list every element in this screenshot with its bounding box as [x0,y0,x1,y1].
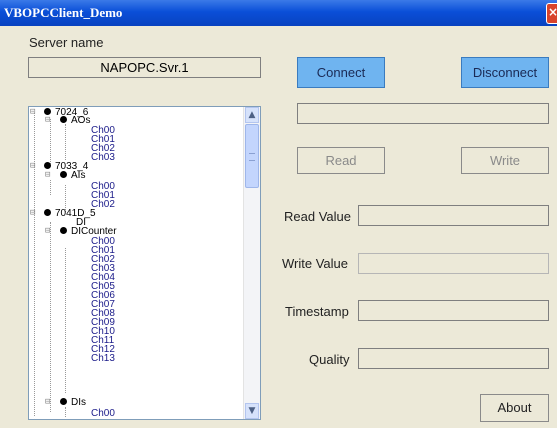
tree-node-label: AOs [71,115,91,126]
collapse-7024-icon[interactable]: ⊟ [30,107,35,117]
module-node-icon [44,209,51,216]
window-title: VBOPCClient_Demo [4,5,123,20]
collapse-dis-icon[interactable]: ⊟ [45,397,50,407]
collapse-dicounter-icon[interactable]: ⊟ [45,226,50,236]
title-bar[interactable]: VBOPCClient_Demo × [0,0,557,26]
tree-item-dis-ch00[interactable]: Ch00 [91,409,115,419]
connect-button[interactable]: Connect [297,57,385,88]
tree-node-dis[interactable]: DIs [60,398,86,408]
about-button[interactable]: About [480,394,549,422]
quality-field [358,348,549,369]
close-button[interactable]: × [546,3,557,24]
tree-node-ais[interactable]: AIs [60,171,85,181]
server-name-label: Server name [29,35,104,50]
tree-node-label: AIs [71,170,86,181]
read-value-label: Read Value [284,209,351,224]
timestamp-label: Timestamp [285,304,349,319]
tree-viewport: ⊟ 7024_6 ⊟ AOs Ch00 Ch01 Ch02 Ch03 ⊟ 703… [29,107,243,419]
disconnect-button[interactable]: Disconnect [461,57,549,88]
collapse-aos-icon[interactable]: ⊟ [45,115,50,125]
close-icon: × [548,5,557,19]
module-node-icon [44,108,51,115]
scroll-down-arrow-icon[interactable]: ▼ [245,403,259,419]
write-button[interactable]: Write [461,147,549,174]
write-value-label: Write Value [282,256,348,271]
status-field [297,103,549,124]
group-node-icon [60,116,67,123]
collapse-7041-icon[interactable]: ⊟ [30,208,35,218]
collapse-ais-icon[interactable]: ⊟ [45,170,50,180]
tag-tree[interactable]: ⊟ 7024_6 ⊟ AOs Ch00 Ch01 Ch02 Ch03 ⊟ 703… [28,106,261,420]
server-name-field[interactable]: NAPOPC.Svr.1 [28,57,261,78]
collapse-7033-icon[interactable]: ⊟ [30,161,35,171]
timestamp-field [358,300,549,321]
tree-item-dic-ch13[interactable]: Ch13 [91,354,115,364]
group-node-icon [60,398,67,405]
scroll-up-arrow-icon[interactable]: ▲ [245,107,259,123]
main-form: Server name NAPOPC.Svr.1 Connect Disconn… [0,26,557,428]
read-button[interactable]: Read [297,147,385,174]
tree-node-aos[interactable]: AOs [60,116,90,126]
tree-item-aos-ch03[interactable]: Ch03 [91,153,115,163]
quality-label: Quality [309,352,350,367]
module-node-icon [44,162,51,169]
read-value-field [358,205,549,226]
tree-scrollbar[interactable]: ▲ ▼ [243,107,260,419]
write-value-field[interactable] [358,253,549,274]
tree-node-7041[interactable]: 7041D_5 [44,209,96,219]
scrollbar-thumb[interactable] [245,124,259,188]
tree-node-label: DIs [71,397,86,408]
group-node-icon [60,227,67,234]
group-node-icon [60,171,67,178]
